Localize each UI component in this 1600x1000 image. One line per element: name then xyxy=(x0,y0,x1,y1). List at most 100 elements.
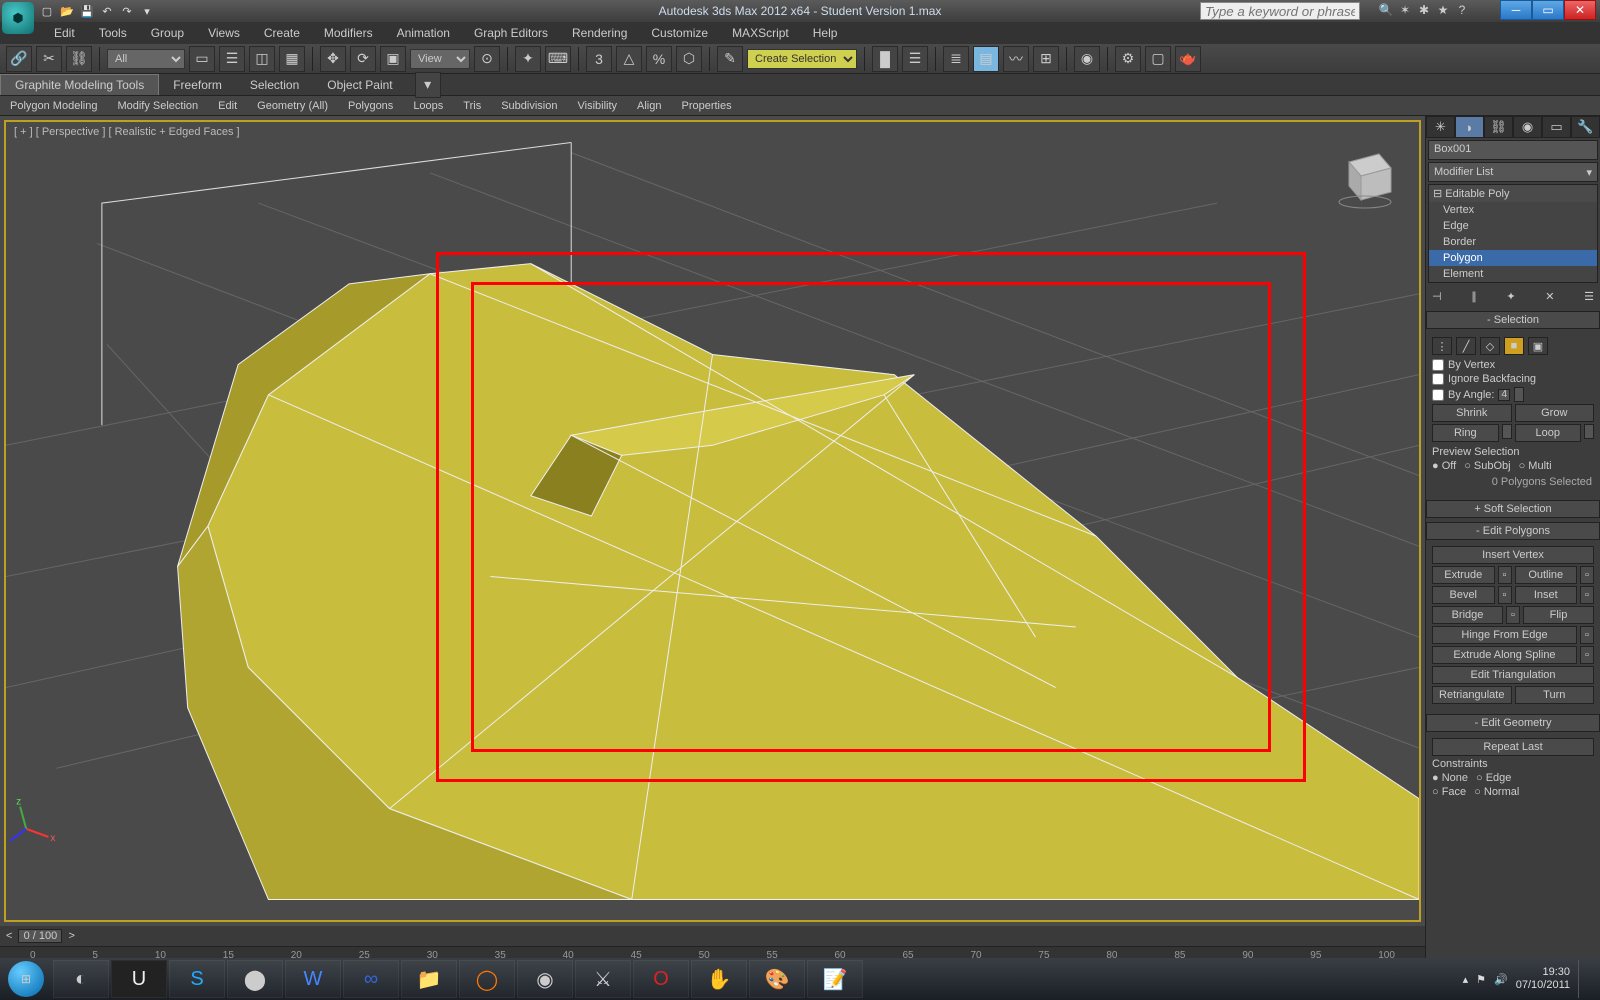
angle-spinner[interactable] xyxy=(1514,387,1524,402)
mirror-icon[interactable]: ▐▌ xyxy=(872,46,898,72)
render-icon[interactable]: 🫖 xyxy=(1175,46,1201,72)
show-result-icon[interactable]: ∥ xyxy=(1471,290,1477,303)
task-hand-icon[interactable]: ✋ xyxy=(691,960,747,998)
spinner-snap-icon[interactable]: ⬡ xyxy=(676,46,702,72)
ribbon-expand-icon[interactable]: ▾ xyxy=(415,72,441,98)
insert-vertex-button[interactable]: Insert Vertex xyxy=(1432,546,1594,564)
ribbon-tab-objectpaint[interactable]: Object Paint xyxy=(313,75,406,95)
ribbon-tab-freeform[interactable]: Freeform xyxy=(159,75,236,95)
tab-motion-icon[interactable]: ◉ xyxy=(1513,116,1542,138)
panel-properties[interactable]: Properties xyxy=(671,98,741,114)
tab-modify-icon[interactable]: ◗ xyxy=(1455,116,1484,138)
manipulate-icon[interactable]: ✦ xyxy=(515,46,541,72)
close-button[interactable]: ✕ xyxy=(1564,0,1596,20)
schematic-icon[interactable]: ⊞ xyxy=(1033,46,1059,72)
ring-button[interactable]: Ring xyxy=(1432,424,1499,442)
rollout-editgeom-header[interactable]: - Edit Geometry xyxy=(1426,714,1600,732)
stack-polygon[interactable]: Polygon xyxy=(1429,250,1597,266)
tray-up-icon[interactable]: ▴ xyxy=(1463,973,1469,986)
grow-button[interactable]: Grow xyxy=(1515,404,1595,422)
named-selection-set[interactable]: Create Selection Se xyxy=(747,49,857,69)
bevel-settings-icon[interactable]: ▫ xyxy=(1498,586,1512,604)
retri-button[interactable]: Retriangulate xyxy=(1432,686,1512,704)
ref-coord-system[interactable]: View xyxy=(410,49,470,69)
modifier-stack[interactable]: ⊟ Editable Poly Vertex Edge Border Polyg… xyxy=(1428,184,1598,283)
scale-icon[interactable]: ▣ xyxy=(380,46,406,72)
preview-multi-radio[interactable]: Multi xyxy=(1519,460,1552,472)
task-game-icon[interactable]: ⚔ xyxy=(575,960,631,998)
panel-visibility[interactable]: Visibility xyxy=(567,98,627,114)
snap-icon[interactable]: 3 xyxy=(586,46,612,72)
window-crossing-icon[interactable]: ▦ xyxy=(279,46,305,72)
select-name-icon[interactable]: ☰ xyxy=(219,46,245,72)
menu-modifiers[interactable]: Modifiers xyxy=(312,23,385,43)
timeline-prev-icon[interactable]: < xyxy=(6,930,12,942)
constraint-edge-radio[interactable]: Edge xyxy=(1476,772,1511,784)
task-word-icon[interactable]: W xyxy=(285,960,341,998)
menu-help[interactable]: Help xyxy=(801,23,850,43)
loop-button[interactable]: Loop xyxy=(1515,424,1582,442)
stack-border[interactable]: Border xyxy=(1429,234,1597,250)
task-udk-icon[interactable]: U xyxy=(111,960,167,998)
panel-polygons[interactable]: Polygons xyxy=(338,98,403,114)
task-loop-icon[interactable]: ∞ xyxy=(343,960,399,998)
tray-volume-icon[interactable]: 🔊 xyxy=(1494,973,1508,986)
rendered-frame-icon[interactable]: ▢ xyxy=(1145,46,1171,72)
by-angle-checkbox[interactable] xyxy=(1432,389,1444,401)
perspective-viewport[interactable]: [ + ] [ Perspective ] [ Realistic + Edge… xyxy=(4,120,1421,922)
object-name-field[interactable]: Box001 xyxy=(1428,140,1598,160)
panel-edit[interactable]: Edit xyxy=(208,98,247,114)
panel-loops[interactable]: Loops xyxy=(403,98,453,114)
tray-flag-icon[interactable]: ⚑ xyxy=(1476,973,1486,986)
ribbon-tab-selection[interactable]: Selection xyxy=(236,75,313,95)
render-setup-icon[interactable]: ⚙ xyxy=(1115,46,1141,72)
task-skype-icon[interactable]: S xyxy=(169,960,225,998)
pin-stack-icon[interactable]: ⊣ xyxy=(1432,290,1442,303)
qat-redo-icon[interactable]: ↷ xyxy=(118,2,136,20)
modifier-list[interactable]: Modifier List▾ xyxy=(1428,162,1598,182)
rollout-soft-header[interactable]: + Soft Selection xyxy=(1426,500,1600,518)
tab-create-icon[interactable]: ✳ xyxy=(1426,116,1455,138)
select-region-icon[interactable]: ◫ xyxy=(249,46,275,72)
edit-named-sel-icon[interactable]: ✎ xyxy=(717,46,743,72)
task-explorer-icon[interactable]: 📁 xyxy=(401,960,457,998)
stack-editable-poly[interactable]: ⊟ Editable Poly xyxy=(1429,185,1597,202)
configure-icon[interactable]: ☰ xyxy=(1584,290,1594,303)
app-logo[interactable]: ⬢ xyxy=(2,2,34,34)
element-mode-icon[interactable]: ▣ xyxy=(1528,337,1548,355)
bridge-settings-icon[interactable]: ▫ xyxy=(1506,606,1520,624)
percent-snap-icon[interactable]: % xyxy=(646,46,672,72)
stack-element[interactable]: Element xyxy=(1429,266,1597,282)
rollout-editpoly-header[interactable]: - Edit Polygons xyxy=(1426,522,1600,540)
exchange-icon[interactable]: ✱ xyxy=(1416,2,1432,18)
turn-button[interactable]: Turn xyxy=(1515,686,1595,704)
star-icon[interactable]: ★ xyxy=(1435,2,1451,18)
preview-off-radio[interactable]: Off xyxy=(1432,460,1456,472)
inset-button[interactable]: Inset xyxy=(1515,586,1578,604)
make-unique-icon[interactable]: ✦ xyxy=(1506,290,1515,303)
task-steam-icon[interactable]: ◉ xyxy=(517,960,573,998)
edge-mode-icon[interactable]: ╱ xyxy=(1456,337,1476,355)
panel-modify-selection[interactable]: Modify Selection xyxy=(107,98,208,114)
menu-tools[interactable]: Tools xyxy=(87,23,139,43)
hinge-button[interactable]: Hinge From Edge xyxy=(1432,626,1577,644)
help-icon[interactable]: ? xyxy=(1454,2,1470,18)
current-frame[interactable]: 0 / 100 xyxy=(18,929,62,943)
tab-hierarchy-icon[interactable]: ⛓ xyxy=(1484,116,1513,138)
tab-display-icon[interactable]: ▭ xyxy=(1542,116,1571,138)
qat-more-icon[interactable]: ▾ xyxy=(138,2,156,20)
extrude-spline-button[interactable]: Extrude Along Spline xyxy=(1432,646,1577,664)
menu-grapheditors[interactable]: Graph Editors xyxy=(462,23,560,43)
view-cube[interactable] xyxy=(1329,142,1399,212)
task-opera-icon[interactable]: O xyxy=(633,960,689,998)
system-tray[interactable]: ▴ ⚑ 🔊 19:30 07/10/2011 xyxy=(1463,960,1600,998)
loop-spinner[interactable] xyxy=(1584,424,1594,439)
extrude-spline-settings-icon[interactable]: ▫ xyxy=(1580,646,1594,664)
layers-icon[interactable]: ≣ xyxy=(943,46,969,72)
align-icon[interactable]: ☰ xyxy=(902,46,928,72)
panel-polygon-modeling[interactable]: Polygon Modeling xyxy=(0,98,107,114)
menu-maxscript[interactable]: MAXScript xyxy=(720,23,801,43)
panel-align[interactable]: Align xyxy=(627,98,671,114)
panel-geometry-all[interactable]: Geometry (All) xyxy=(247,98,338,114)
menu-create[interactable]: Create xyxy=(252,23,312,43)
